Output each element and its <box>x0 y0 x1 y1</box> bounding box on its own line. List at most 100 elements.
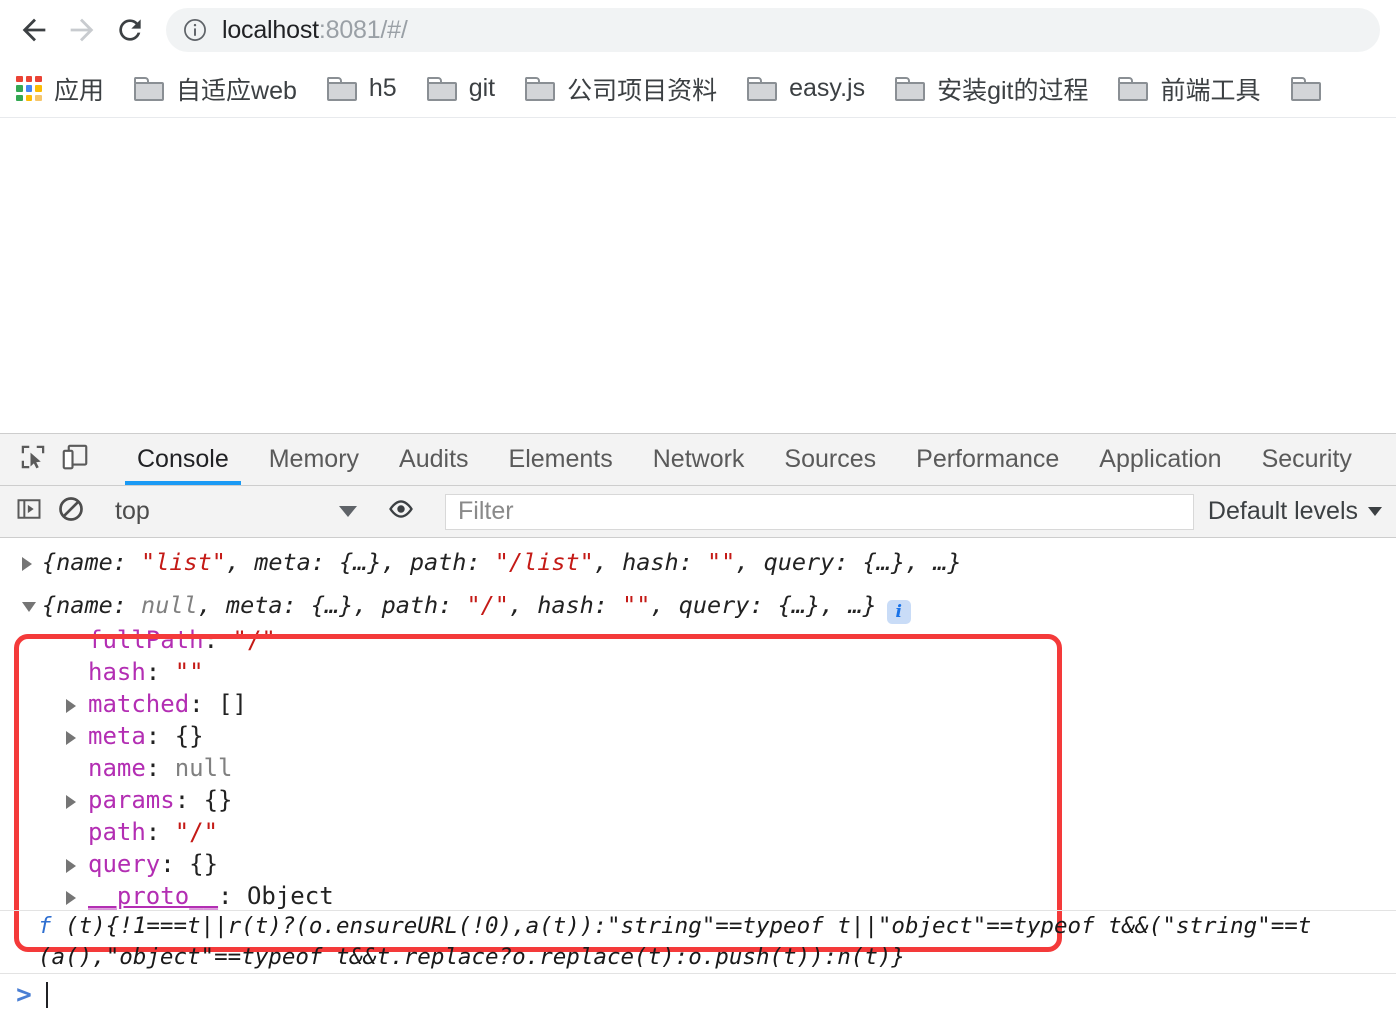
triangle-right-icon[interactable] <box>66 699 76 713</box>
address-bar-url: localhost:8081/#/ <box>222 16 408 45</box>
bookmark-folder-0[interactable]: 自适应web <box>132 69 299 109</box>
property-name: path <box>88 818 146 846</box>
property-name: params <box>88 786 175 814</box>
console-sidebar-button[interactable] <box>8 491 50 533</box>
console-sidebar-icon <box>15 495 43 528</box>
inspect-element-icon <box>18 442 48 477</box>
device-toolbar-icon <box>60 442 90 477</box>
devtools-tabbar: Console Memory Audits Elements Network S… <box>0 434 1396 486</box>
function-output-text: (t){!1===t||r(t)?(o.ensureURL(!0),a(t)):… <box>51 913 1312 939</box>
bookmark-folder-1[interactable]: h5 <box>325 69 399 109</box>
console-prompt-row[interactable]: > <box>0 978 1396 1010</box>
object-property-row[interactable]: params: {} <box>0 784 1396 816</box>
console-message-row[interactable]: {name: null, meta: {…}, path: "/", hash:… <box>0 589 1396 624</box>
tab-sources[interactable]: Sources <box>764 434 896 485</box>
reload-icon <box>114 14 146 46</box>
bookmark-folder-2[interactable]: git <box>425 69 497 109</box>
property-value: "/" <box>174 818 219 846</box>
bookmark-folder-5[interactable]: 安装git的过程 <box>893 69 1090 109</box>
triangle-right-icon[interactable] <box>66 731 76 745</box>
object-property-row[interactable]: query: {} <box>0 848 1396 880</box>
tab-audits[interactable]: Audits <box>379 434 488 485</box>
triangle-right-icon[interactable] <box>22 557 32 571</box>
bookmark-folder-7[interactable] <box>1289 69 1323 109</box>
property-value: null <box>174 754 233 782</box>
property-value: "/" <box>232 626 276 654</box>
prompt-chevron-icon: > <box>16 980 32 1010</box>
bookmark-apps[interactable]: 应用 <box>14 69 106 109</box>
property-value: [] <box>218 690 247 718</box>
object-preview: {name: "list", meta: {…}, path: "/list",… <box>42 548 962 576</box>
bookmark-label: h5 <box>368 74 397 102</box>
log-levels-label: Default levels <box>1207 497 1358 525</box>
folder-icon <box>326 76 357 101</box>
bookmark-label: 前端工具 <box>1160 76 1261 105</box>
info-circle-icon[interactable] <box>182 17 208 43</box>
chevron-down-icon <box>339 506 357 517</box>
tab-console[interactable]: Console <box>117 434 249 485</box>
property-value: {} <box>189 850 219 878</box>
property-value: {} <box>174 722 204 750</box>
console-message-row[interactable]: {name: "list", meta: {…}, path: "/list",… <box>0 538 1396 579</box>
arrow-left-icon <box>17 13 51 47</box>
devtools-tool-icons <box>0 434 117 485</box>
device-toolbar-button[interactable] <box>54 439 96 481</box>
bookmark-label: 自适应web <box>176 76 297 105</box>
info-badge-icon[interactable]: i <box>886 600 911 624</box>
object-property-row: hash: "" <box>88 658 204 686</box>
property-name: matched <box>88 690 190 718</box>
tab-elements[interactable]: Elements <box>489 434 633 485</box>
back-button[interactable] <box>10 6 58 54</box>
triangle-right-icon[interactable] <box>66 891 76 905</box>
function-output-line-1: f (t){!1===t||r(t)?(o.ensureURL(!0),a(t)… <box>38 911 1396 942</box>
execution-context-select[interactable]: top <box>105 494 367 530</box>
object-property-row[interactable]: matched: [] <box>0 688 1396 720</box>
tab-performance[interactable]: Performance <box>896 434 1079 485</box>
clear-console-button[interactable] <box>50 491 92 533</box>
bookmark-apps-label: 应用 <box>54 76 105 105</box>
folder-icon <box>747 76 778 101</box>
folder-icon <box>895 76 926 101</box>
filter-input[interactable]: Filter <box>445 493 1194 530</box>
tab-security[interactable]: Security <box>1242 434 1372 485</box>
live-expression-button[interactable] <box>380 491 422 533</box>
url-host: localhost <box>222 15 319 44</box>
object-property-row[interactable]: __proto__: Object <box>0 880 1396 912</box>
url-path: :8081/#/ <box>318 15 408 44</box>
property-name: meta <box>88 722 146 750</box>
property-value: Object <box>246 882 334 910</box>
object-property-row[interactable]: meta: {} <box>0 720 1396 752</box>
bookmark-label: 公司项目资料 <box>567 76 718 105</box>
folder-icon <box>426 76 457 101</box>
bookmark-label: easy.js <box>789 74 866 102</box>
triangle-down-icon[interactable] <box>22 602 36 612</box>
devtools-panel: Console Memory Audits Elements Network S… <box>0 433 1396 1010</box>
tab-application[interactable]: Application <box>1079 434 1241 485</box>
object-property-row: fullPath: "/" <box>88 626 276 654</box>
function-keyword: f <box>38 913 52 939</box>
tab-network[interactable]: Network <box>633 434 765 485</box>
console-filter-bar: top Filter Default levels <box>0 486 1396 538</box>
tab-memory[interactable]: Memory <box>249 434 379 485</box>
property-name: query <box>88 850 161 878</box>
expanded-object-block: {name: null, meta: {…}, path: "/", hash:… <box>0 589 1396 952</box>
folder-icon <box>1290 76 1321 101</box>
property-value: "" <box>174 658 204 686</box>
log-levels-select[interactable]: Default levels <box>1202 497 1396 526</box>
property-name: hash <box>88 658 146 686</box>
triangle-right-icon[interactable] <box>66 795 76 809</box>
address-bar[interactable]: localhost:8081/#/ <box>166 8 1380 52</box>
arrow-right-icon <box>65 13 99 47</box>
page-viewport <box>0 118 1396 433</box>
bookmark-folder-4[interactable]: easy.js <box>745 69 867 109</box>
folder-icon <box>525 76 556 101</box>
reload-button[interactable] <box>106 6 154 54</box>
bookmarks-bar: 应用 自适应web h5 git 公司项目资料 easy.js 安装git的过程 <box>0 60 1396 118</box>
bookmark-folder-6[interactable]: 前端工具 <box>1116 69 1262 109</box>
bookmark-label: 安装git的过程 <box>937 76 1089 105</box>
bookmark-folder-3[interactable]: 公司项目资料 <box>523 69 719 109</box>
inspect-element-button[interactable] <box>12 439 54 481</box>
clear-console-icon <box>57 495 85 528</box>
forward-button[interactable] <box>58 6 106 54</box>
triangle-right-icon[interactable] <box>66 859 76 873</box>
